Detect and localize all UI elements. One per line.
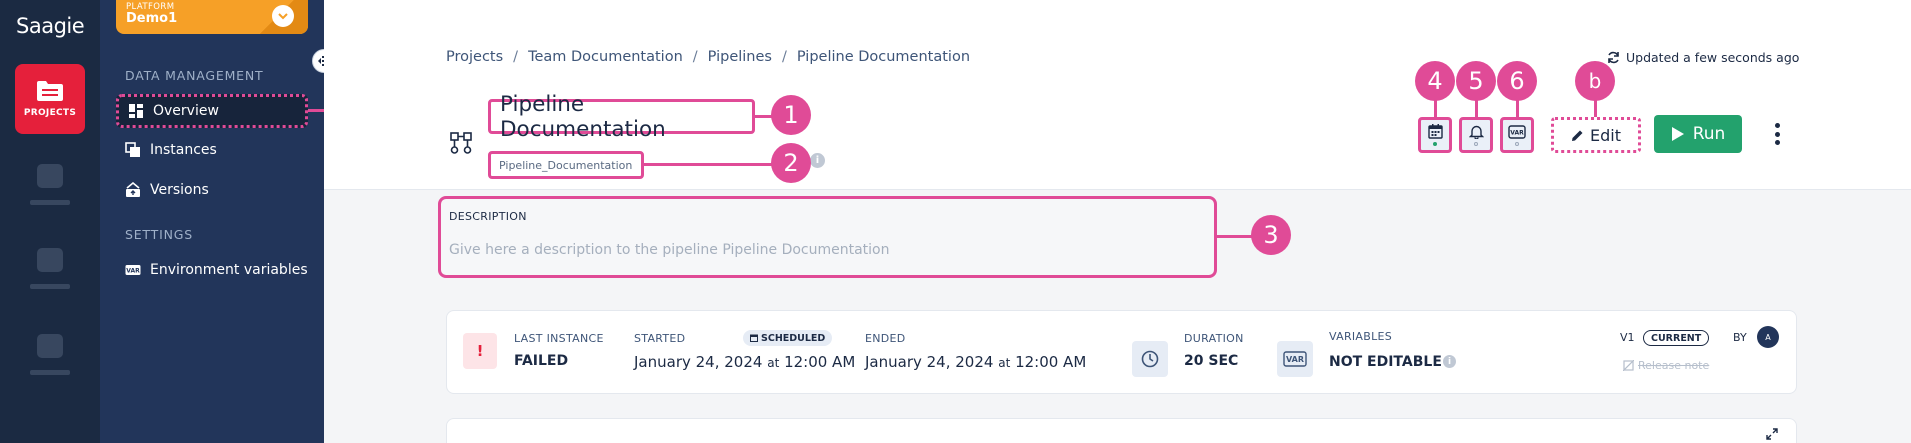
projects-rail-label: PROJECTS <box>23 108 77 118</box>
chevron-down-icon[interactable] <box>272 5 294 27</box>
sidebar-item-versions[interactable]: Versions <box>116 173 308 207</box>
icon-rail: Saagie PROJECTS <box>0 0 100 443</box>
clock-icon <box>1141 350 1159 368</box>
callout-4: 4 <box>1415 61 1455 101</box>
rail-item-disabled <box>25 164 75 224</box>
description-box[interactable]: DESCRIPTION Give here a description to t… <box>438 196 1217 278</box>
status-dot <box>1474 142 1478 146</box>
projects-rail-button[interactable]: PROJECTS <box>15 64 85 134</box>
platform-selector[interactable]: PLATFORM Demo1 <box>116 0 308 34</box>
callout-1: 1 <box>771 95 811 135</box>
info-icon[interactable]: i <box>810 153 825 168</box>
sidebar-item-overview[interactable]: Overview <box>116 94 308 128</box>
breadcrumb-current: Pipeline Documentation <box>796 49 971 65</box>
failed-status-icon: ! <box>463 333 497 369</box>
calendar-icon <box>750 334 758 342</box>
run-label: Run <box>1692 124 1726 144</box>
variables-icon-box: VAR <box>1277 341 1313 377</box>
status-dot <box>1515 141 1519 146</box>
version-label: V1 <box>1620 331 1635 344</box>
svg-text:VAR: VAR <box>126 268 140 275</box>
callout-5: 5 <box>1456 61 1496 101</box>
svg-text:VAR: VAR <box>1286 355 1304 364</box>
bell-icon <box>1468 125 1484 139</box>
svg-text:VAR: VAR <box>1510 129 1524 136</box>
variables-value: NOT EDITABLE <box>1329 354 1442 370</box>
last-updated: Updated a few seconds ago <box>1607 50 1799 65</box>
side-navigation <box>100 0 324 443</box>
refresh-icon[interactable] <box>1607 51 1620 64</box>
callout-b: b <box>1575 61 1615 101</box>
last-instance-label: LAST INSTANCE <box>514 332 604 345</box>
duration-icon-box <box>1132 341 1168 377</box>
more-options-icon[interactable] <box>1773 123 1781 145</box>
alerts-button[interactable] <box>1459 117 1493 153</box>
edit-label: Edit <box>1590 125 1621 145</box>
pipeline-slug: Pipeline_Documentation <box>488 151 644 179</box>
var-icon: VAR <box>125 265 141 275</box>
started-label: STARTED <box>634 332 686 345</box>
avatar[interactable]: A <box>1757 326 1779 348</box>
note-icon <box>1623 360 1634 371</box>
duration-value: 20 SEC <box>1184 353 1239 369</box>
sidebar-item-label: Versions <box>150 182 209 198</box>
last-instance-card <box>446 310 1797 394</box>
grid-icon <box>129 104 143 118</box>
data-management-title: DATA MANAGEMENT <box>125 68 264 83</box>
sidebar-item-environment-variables[interactable]: VAR Environment variables <box>116 253 308 287</box>
sidebar-item-label: Overview <box>153 103 219 119</box>
current-badge: CURRENT <box>1643 330 1710 346</box>
sidebar-item-label: Instances <box>150 142 217 158</box>
description-placeholder: Give here a description to the pipeline … <box>449 242 890 258</box>
duration-label: DURATION <box>1184 332 1244 345</box>
sidebar-item-instances[interactable]: Instances <box>116 133 308 167</box>
play-icon <box>1671 127 1684 141</box>
sidebar-item-label: Environment variables <box>150 262 308 278</box>
started-datetime: January 24, 2024 at 12:00 AM <box>634 353 856 371</box>
breadcrumb-team-documentation[interactable]: Team Documentation <box>528 49 683 65</box>
release-note[interactable]: Release note <box>1623 359 1709 372</box>
scheduled-badge: SCHEDULED <box>743 330 833 346</box>
breadcrumb-projects[interactable]: Projects <box>446 49 503 65</box>
ended-label: ENDED <box>865 332 906 345</box>
pipeline-graph-card <box>446 418 1797 443</box>
pipeline-title: Pipeline Documentation <box>488 92 755 142</box>
callout-2: 2 <box>771 143 811 183</box>
var-icon: VAR <box>1283 351 1307 367</box>
info-icon[interactable]: i <box>1443 355 1456 368</box>
settings-title: SETTINGS <box>125 227 193 242</box>
versions-icon <box>126 182 140 197</box>
variables-button[interactable]: VAR <box>1500 117 1534 153</box>
callout-3: 3 <box>1251 215 1291 255</box>
calendar-icon <box>1427 124 1443 139</box>
var-icon: VAR <box>1508 124 1526 139</box>
pipeline-icon <box>450 132 472 154</box>
pencil-icon <box>1572 130 1583 141</box>
status-dot <box>1433 142 1437 146</box>
breadcrumb-pipelines[interactable]: Pipelines <box>708 49 772 65</box>
run-button[interactable]: Run <box>1654 115 1742 153</box>
breadcrumb: Projects / Team Documentation / Pipeline… <box>446 49 971 65</box>
last-updated-text: Updated a few seconds ago <box>1626 50 1800 65</box>
schedule-button[interactable] <box>1418 117 1452 153</box>
description-label: DESCRIPTION <box>449 210 527 223</box>
callout-6: 6 <box>1497 61 1537 101</box>
last-instance-status[interactable]: FAILED <box>514 353 568 369</box>
instances-icon <box>125 142 140 157</box>
by-label: BY <box>1733 331 1747 344</box>
rail-item-disabled <box>25 248 75 308</box>
saagie-logo: Saagie <box>16 14 85 38</box>
folder-icon <box>37 81 63 101</box>
rail-item-disabled <box>25 334 75 394</box>
variables-label: VARIABLES <box>1329 330 1393 343</box>
edit-button[interactable]: Edit <box>1551 117 1641 153</box>
expand-icon[interactable] <box>1766 428 1778 440</box>
ended-datetime: January 24, 2024 at 12:00 AM <box>865 353 1087 371</box>
